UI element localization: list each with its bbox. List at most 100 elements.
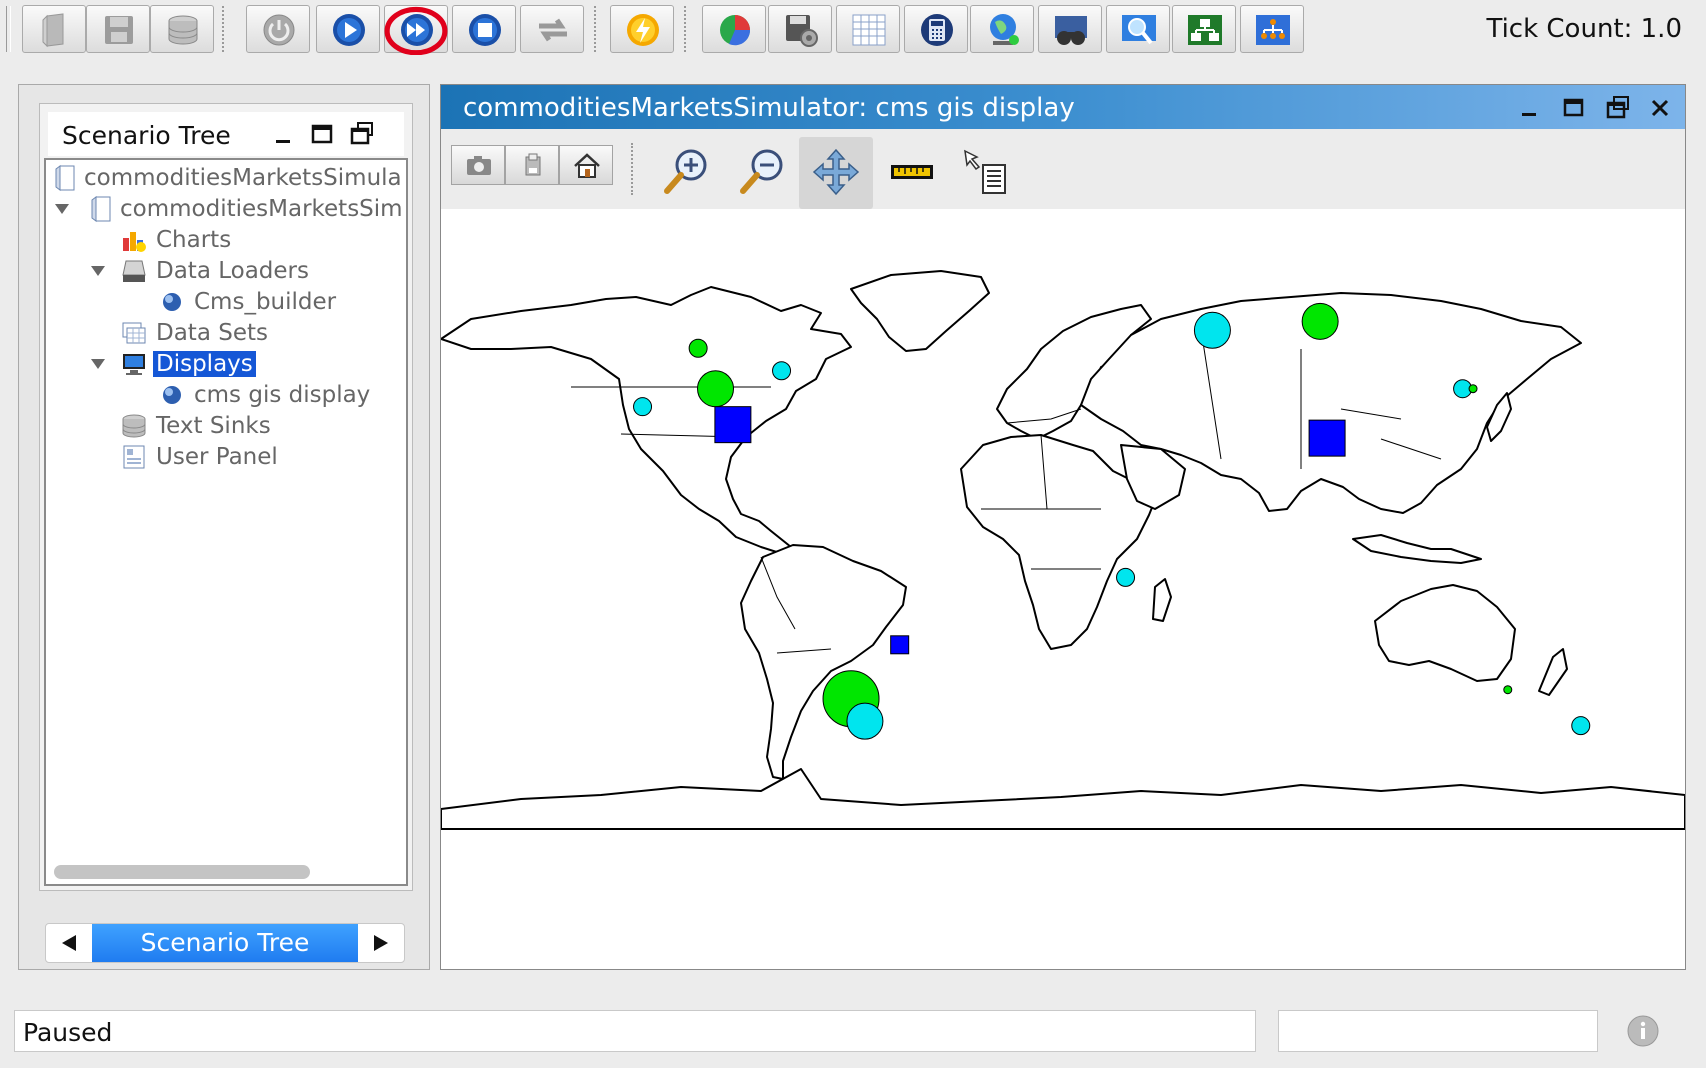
tree-item-charts[interactable]: Charts bbox=[46, 224, 406, 256]
tree-item-scenario[interactable]: commoditiesMarketsSim bbox=[46, 193, 406, 225]
map-marker-14[interactable] bbox=[1503, 685, 1513, 695]
north-america-outline bbox=[441, 286, 852, 556]
tree-item-user-panel[interactable]: User Panel bbox=[46, 441, 406, 473]
map-marker-3[interactable] bbox=[633, 397, 653, 417]
binoculars-button[interactable] bbox=[1038, 5, 1102, 53]
map-marker-2[interactable] bbox=[714, 406, 752, 444]
scenario-panel: Scenario Tree commoditiesMarketsSimula c… bbox=[18, 84, 430, 970]
zoom-out-tool[interactable] bbox=[725, 137, 799, 209]
chart-button[interactable] bbox=[702, 5, 766, 53]
close-icon[interactable] bbox=[1645, 93, 1675, 123]
map-marker-1[interactable] bbox=[697, 370, 735, 408]
export-button[interactable] bbox=[505, 145, 559, 185]
home-icon bbox=[574, 153, 600, 178]
expand-arrow-icon[interactable] bbox=[88, 348, 110, 380]
save-button[interactable] bbox=[86, 5, 150, 53]
step-run-button[interactable] bbox=[384, 5, 448, 55]
tree-item-cms-gis-display[interactable]: cms gis display bbox=[46, 379, 406, 411]
tree-item-label: Text Sinks bbox=[156, 413, 271, 439]
tree-item-displays[interactable]: Displays bbox=[46, 348, 406, 380]
tree-item-data-sets[interactable]: Data Sets bbox=[46, 317, 406, 349]
indonesia-outline bbox=[1352, 534, 1482, 564]
toolbar-grip[interactable] bbox=[6, 6, 11, 52]
org-chart-icon bbox=[1256, 15, 1290, 45]
display-titlebar[interactable]: commoditiesMarketsSimulator: cms gis dis… bbox=[441, 85, 1685, 129]
maximize-icon[interactable] bbox=[1559, 93, 1589, 123]
tree-item-root[interactable]: commoditiesMarketsSimula bbox=[46, 162, 406, 194]
new-scenario-button[interactable] bbox=[22, 5, 86, 53]
toolbar-separator bbox=[684, 6, 686, 52]
scenario-tree[interactable]: commoditiesMarketsSimula commoditiesMark… bbox=[44, 158, 408, 886]
globe-button[interactable] bbox=[970, 5, 1034, 53]
disk-settings-button[interactable] bbox=[768, 5, 832, 53]
flash-button[interactable] bbox=[610, 5, 674, 53]
pan-tool[interactable] bbox=[799, 137, 873, 209]
status-bar: Paused bbox=[14, 1010, 1256, 1052]
tab-scenario-tree[interactable]: Scenario Tree bbox=[92, 924, 358, 962]
start-run-icon bbox=[333, 14, 365, 46]
calculator-icon bbox=[921, 14, 953, 46]
restore-icon[interactable] bbox=[1603, 93, 1633, 123]
status-secondary-field bbox=[1278, 1010, 1598, 1052]
south-america-outline bbox=[740, 544, 907, 780]
database-button[interactable] bbox=[150, 5, 214, 53]
map-canvas[interactable] bbox=[441, 209, 1685, 909]
tree-item-text-sinks[interactable]: Text Sinks bbox=[46, 410, 406, 442]
minimize-icon[interactable] bbox=[1515, 93, 1545, 123]
tree-item-label: Cms_builder bbox=[194, 289, 337, 315]
map-marker-5[interactable] bbox=[1193, 311, 1231, 349]
restore-icon[interactable] bbox=[346, 118, 378, 150]
map-marker-0[interactable] bbox=[688, 338, 708, 358]
display-title: commoditiesMarketsSimulator: cms gis dis… bbox=[463, 93, 1075, 123]
network-icon bbox=[1188, 15, 1222, 45]
expand-arrow-icon[interactable] bbox=[88, 255, 110, 287]
tree-item-cms-builder[interactable]: Cms_builder bbox=[46, 286, 406, 318]
zoom-in-tool[interactable] bbox=[649, 137, 723, 209]
tree-horizontal-scrollbar[interactable] bbox=[50, 862, 400, 880]
map-marker-10[interactable] bbox=[1116, 567, 1136, 587]
start-run-button[interactable] bbox=[316, 5, 380, 53]
expand-arrow-icon[interactable] bbox=[52, 193, 74, 225]
tree-item-data-loaders[interactable]: Data Loaders bbox=[46, 255, 406, 287]
database-icon bbox=[168, 15, 198, 45]
minimize-icon[interactable] bbox=[268, 118, 300, 150]
tree-item-label: commoditiesMarketsSim bbox=[120, 196, 403, 222]
map-marker-11[interactable] bbox=[890, 635, 910, 655]
measure-tool[interactable] bbox=[875, 137, 949, 209]
display-toolbar bbox=[441, 129, 1685, 209]
map-marker-13[interactable] bbox=[846, 702, 884, 740]
scrollbar-thumb[interactable] bbox=[54, 865, 310, 879]
map-marker-4[interactable] bbox=[772, 361, 792, 381]
map-marker-9[interactable] bbox=[1308, 419, 1346, 457]
tab-scroll-right-icon[interactable] bbox=[358, 924, 404, 962]
spreadsheet-button[interactable] bbox=[836, 5, 900, 53]
reset-run-button[interactable] bbox=[520, 5, 584, 53]
magnifier-button[interactable] bbox=[1106, 5, 1170, 53]
org-chart-button[interactable] bbox=[1240, 5, 1304, 53]
power-button[interactable] bbox=[246, 5, 310, 53]
flash-icon bbox=[627, 14, 659, 46]
camera-button[interactable] bbox=[451, 145, 505, 185]
scenario-tree-header: Scenario Tree bbox=[48, 112, 404, 156]
stack-icon bbox=[122, 414, 146, 438]
calculator-button[interactable] bbox=[904, 5, 968, 53]
map-marker-15[interactable] bbox=[1571, 716, 1591, 736]
world-map[interactable] bbox=[441, 209, 1685, 909]
info-icon[interactable] bbox=[1626, 1014, 1660, 1048]
network-button[interactable] bbox=[1172, 5, 1236, 53]
toolbar-separator bbox=[631, 143, 633, 195]
tree-item-label: Displays bbox=[153, 351, 256, 377]
tab-scroll-left-icon[interactable] bbox=[46, 924, 92, 962]
map-marker-8[interactable] bbox=[1468, 384, 1478, 394]
maximize-icon[interactable] bbox=[306, 118, 338, 150]
greenland-outline bbox=[850, 270, 990, 352]
home-button[interactable] bbox=[559, 145, 613, 185]
highlight-ring-icon bbox=[384, 6, 448, 55]
save-icon bbox=[105, 16, 133, 44]
stop-run-button[interactable] bbox=[452, 5, 516, 53]
tick-count-label: Tick Count: 1.0 bbox=[1486, 14, 1682, 44]
info-tool[interactable] bbox=[949, 137, 1023, 209]
map-marker-6[interactable] bbox=[1301, 302, 1339, 340]
sphere-icon bbox=[163, 293, 181, 311]
tree-item-label: Data Loaders bbox=[156, 258, 309, 284]
